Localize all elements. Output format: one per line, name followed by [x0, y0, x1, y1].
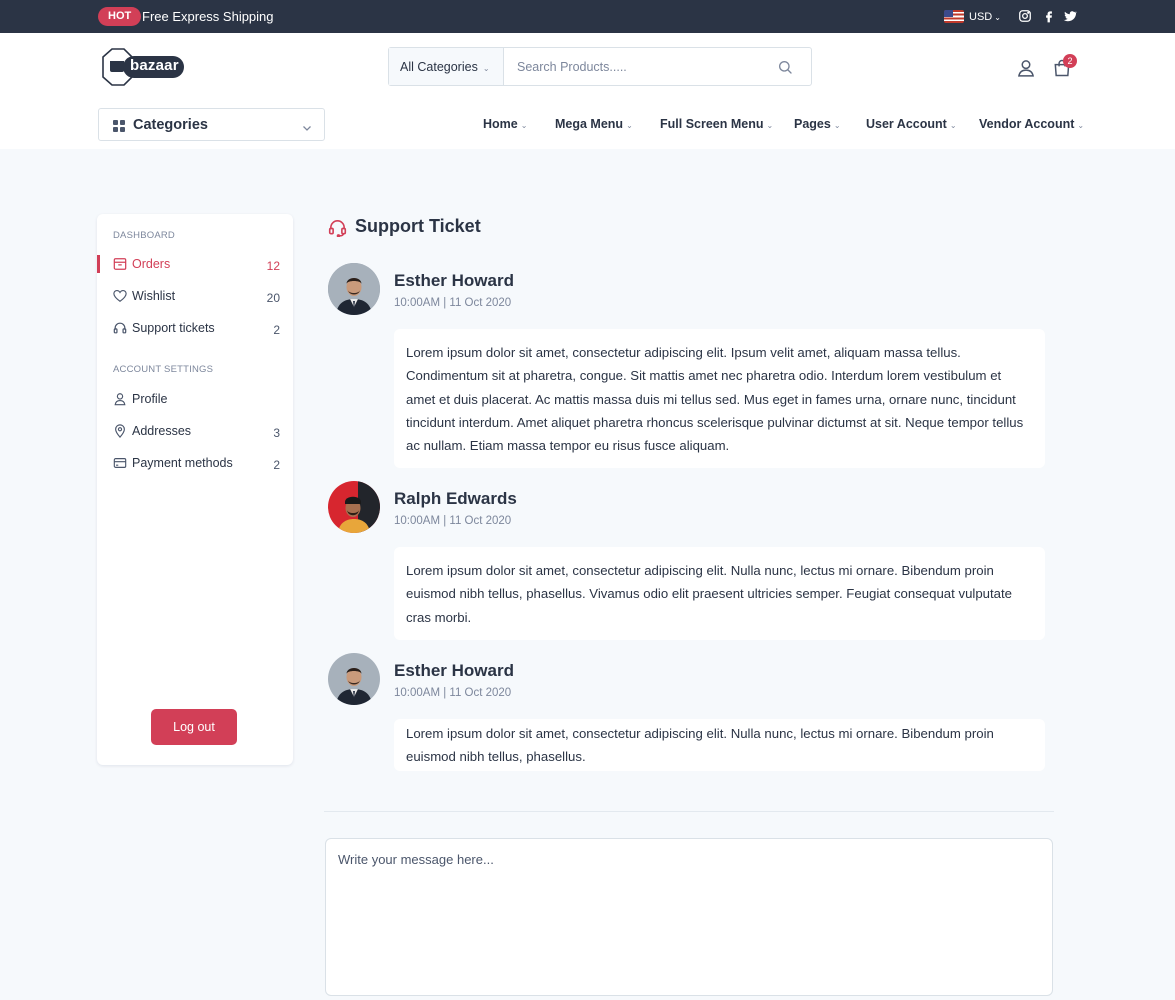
credit-card-icon	[113, 456, 127, 470]
page-title: Support Ticket	[355, 216, 481, 236]
sidebar-item-count: 2	[273, 323, 280, 337]
nav-pages-label: Pages	[794, 117, 831, 131]
sidebar-item-support-tickets[interactable]: Support tickets 2	[97, 318, 293, 342]
avatar	[328, 263, 380, 315]
sidebar-item-label: Addresses	[132, 424, 192, 438]
nav-mega-menu[interactable]: Mega Menu ⌄	[555, 117, 633, 131]
sidebar-item-profile[interactable]: Profile	[97, 389, 293, 413]
sidebar-item-payment-methods[interactable]: Payment methods 2	[97, 453, 293, 477]
message-time: 10:00AM | 11 Oct 2020	[394, 515, 512, 527]
cart-count-badge: 2	[1063, 54, 1077, 68]
avatar	[328, 481, 380, 533]
sidebar-item-label: Payment methods	[132, 456, 233, 470]
user-icon	[113, 392, 127, 406]
top-bar: HOT Free Express Shipping USD ⌄	[0, 0, 1175, 33]
message-author: Ralph Edwards	[394, 489, 517, 508]
sidebar-section-account-settings: ACCOUNT SETTINGS	[113, 364, 214, 375]
header: bazaar All Categories ⌄ 2 Categories Home…	[0, 33, 1175, 149]
message-body: Lorem ipsum dolor sit amet, consectetur …	[394, 719, 1045, 771]
logout-button[interactable]: Log out	[151, 709, 237, 745]
sidebar-item-label: Support tickets	[132, 321, 215, 335]
headset-icon	[113, 321, 127, 335]
message-author: Esther Howard	[394, 661, 514, 680]
nav-user-account[interactable]: User Account ⌄	[866, 117, 957, 131]
nav-full-screen-menu-label: Full Screen Menu	[660, 117, 764, 131]
nav-user-account-label: User Account	[866, 117, 947, 131]
chevron-down-icon: ⌄	[626, 121, 633, 130]
categories-button[interactable]: Categories	[98, 108, 325, 141]
chevron-down-icon: ⌄	[994, 13, 1001, 22]
sidebar-item-wishlist[interactable]: Wishlist 20	[97, 286, 293, 310]
location-pin-icon	[113, 424, 127, 438]
search-input[interactable]	[505, 48, 765, 85]
sidebar-item-label: Wishlist	[132, 289, 176, 303]
message-time: 10:00AM | 11 Oct 2020	[394, 687, 512, 699]
twitter-icon[interactable]	[1063, 9, 1077, 23]
message-author: Esther Howard	[394, 271, 514, 290]
nav-mega-menu-label: Mega Menu	[555, 117, 624, 131]
chevron-down-icon: ⌄	[766, 121, 774, 130]
chevron-down-icon: ⌄	[520, 121, 528, 130]
sidebar-item-addresses[interactable]: Addresses 3	[97, 421, 293, 445]
chevron-down-icon: ⌄	[833, 121, 841, 130]
bazaar-logo[interactable]: bazaar	[99, 47, 187, 87]
logo-text: bazaar	[130, 57, 179, 74]
heart-icon	[113, 289, 127, 303]
nav-home[interactable]: Home ⌄	[483, 117, 527, 131]
message-body: Lorem ipsum dolor sit amet, consectetur …	[394, 547, 1045, 640]
search-icon[interactable]	[777, 59, 793, 75]
message-input[interactable]	[325, 838, 1053, 996]
nav-vendor-account[interactable]: Vendor Account ⌄	[979, 117, 1084, 131]
sidebar-item-count: 3	[273, 426, 280, 440]
categories-label: Categories	[133, 117, 208, 133]
instagram-icon[interactable]	[1018, 9, 1032, 23]
avatar	[328, 653, 380, 705]
currency-selector[interactable]: USD ⌄	[969, 11, 1001, 23]
search-category-select[interactable]: All Categories ⌄	[389, 48, 504, 85]
user-account-icon[interactable]	[1016, 57, 1036, 79]
sidebar-item-count: 20	[266, 291, 280, 305]
sidebar-item-label: Orders	[132, 257, 171, 271]
orders-icon	[113, 257, 127, 271]
active-indicator	[97, 255, 100, 273]
nav-home-label: Home	[483, 117, 518, 131]
sidebar-item-label: Profile	[132, 392, 168, 406]
nav-pages[interactable]: Pages ⌄	[794, 117, 841, 131]
chevron-down-icon: ⌄	[949, 121, 957, 130]
chevron-down-icon: ⌄	[1077, 121, 1085, 130]
nav-full-screen-menu[interactable]: Full Screen Menu ⌄	[660, 117, 773, 131]
grid-icon	[113, 119, 125, 132]
search-bar: All Categories ⌄	[388, 47, 812, 86]
chevron-down-icon	[302, 120, 312, 131]
divider	[324, 811, 1054, 812]
sidebar-item-count: 2	[273, 458, 280, 472]
us-flag-icon[interactable]	[944, 10, 964, 23]
facebook-icon[interactable]	[1042, 9, 1056, 23]
hot-badge: HOT	[98, 7, 142, 26]
dashboard-sidebar: DASHBOARD Orders 12 Wishlist 20 Support …	[97, 214, 293, 765]
sidebar-item-count: 12	[266, 259, 280, 273]
nav-vendor-account-label: Vendor Account	[979, 117, 1075, 131]
message-body: Lorem ipsum dolor sit amet, consectetur …	[394, 329, 1045, 468]
currency-label: USD	[969, 11, 993, 23]
chevron-down-icon: ⌄	[482, 64, 490, 73]
headset-icon	[328, 218, 347, 238]
promo-text: Free Express Shipping	[142, 9, 274, 24]
search-category-label: All Categories	[400, 60, 478, 74]
sidebar-item-orders[interactable]: Orders 12	[97, 254, 293, 278]
message-time: 10:00AM | 11 Oct 2020	[394, 297, 512, 309]
sidebar-section-dashboard: DASHBOARD	[113, 230, 175, 241]
